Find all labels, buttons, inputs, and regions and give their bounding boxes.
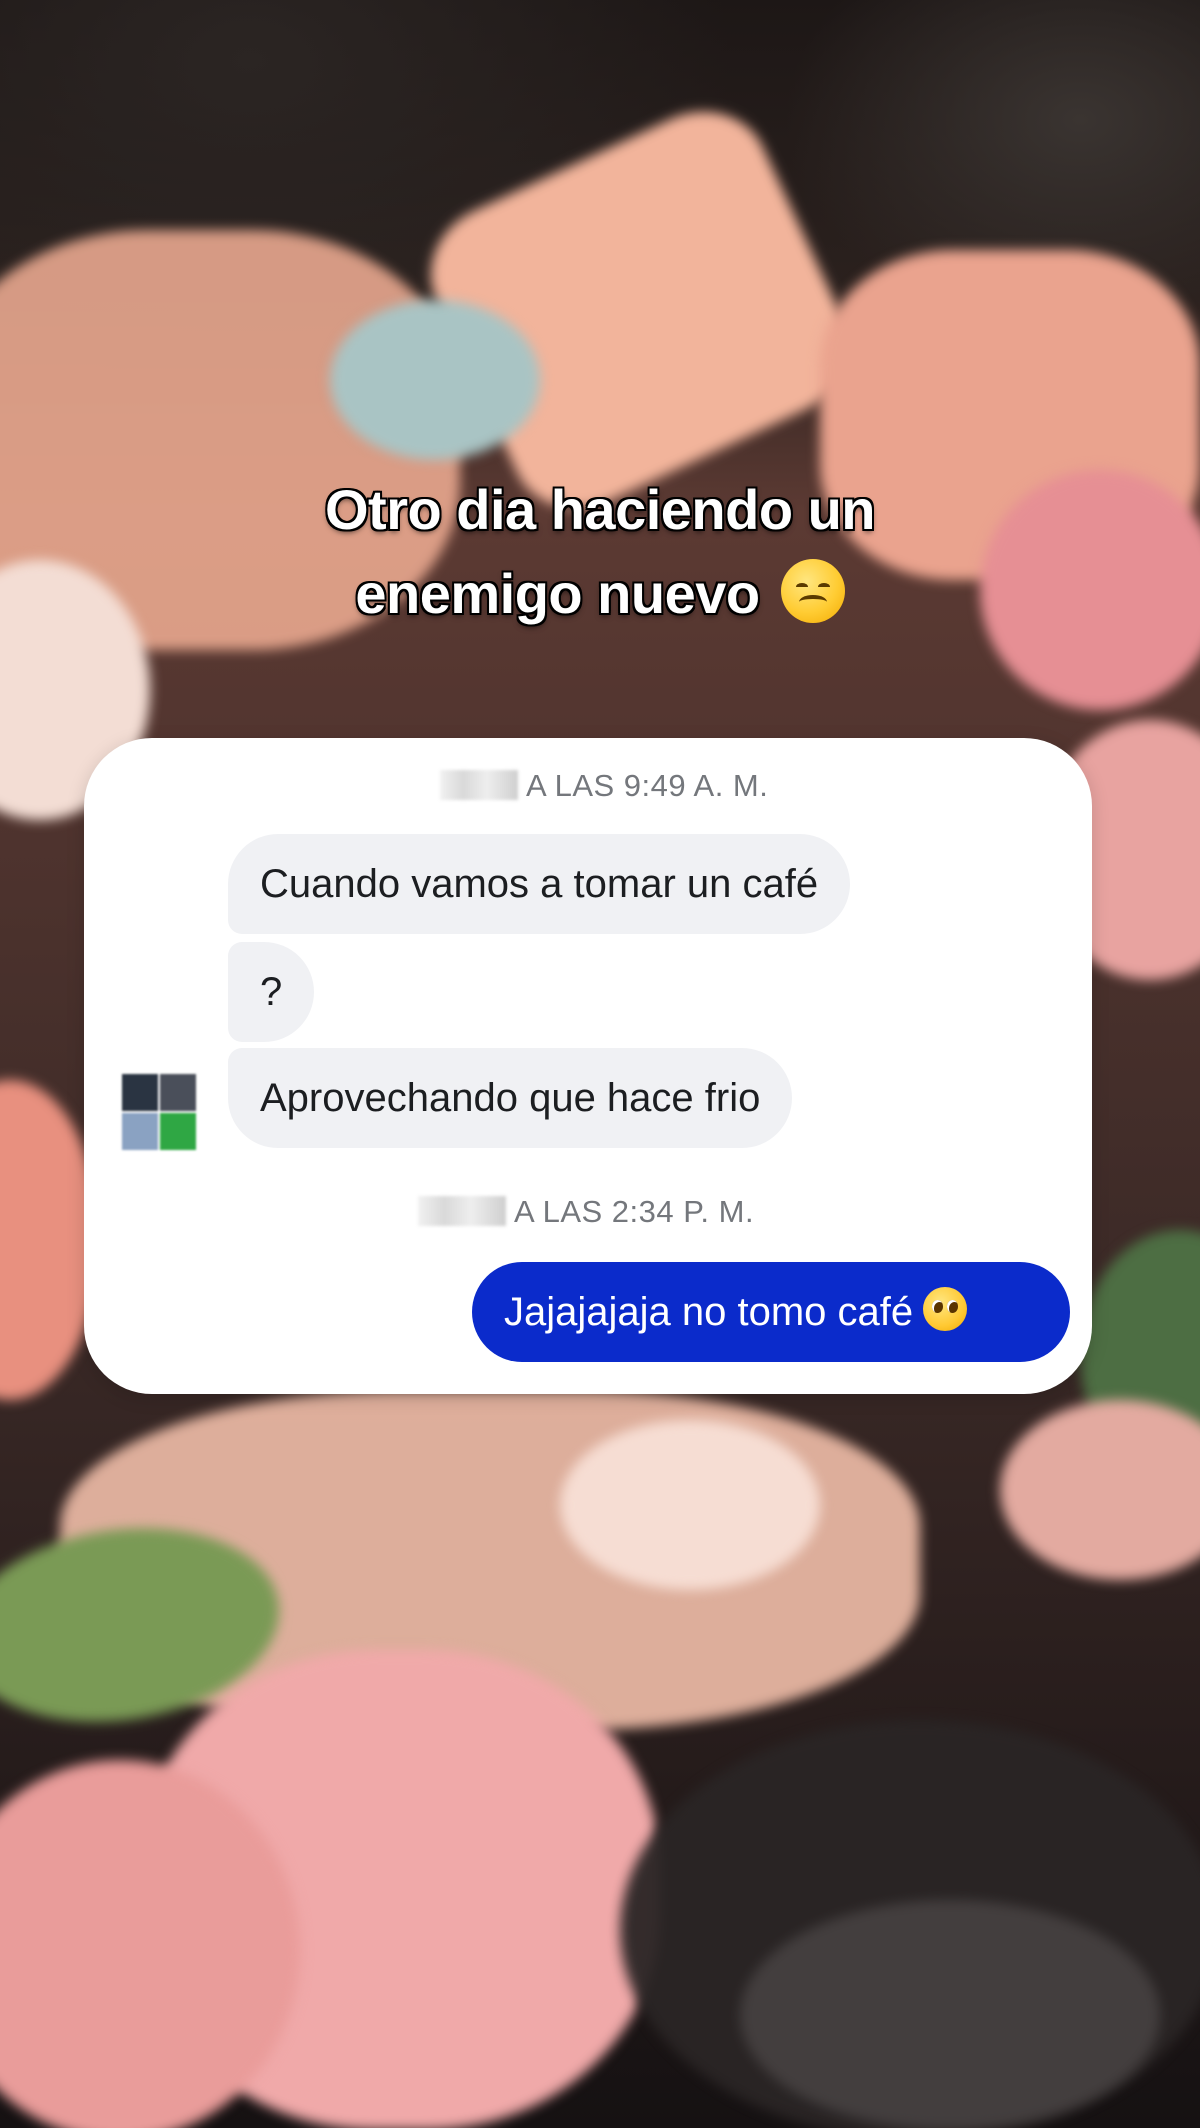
video-caption: Otro dia haciendo un enemigo nuevo — [0, 468, 1200, 636]
redacted-name — [440, 770, 518, 800]
redacted-name — [418, 1196, 506, 1226]
avatar[interactable] — [122, 1074, 196, 1150]
chat-timestamp: A LAS 2:34 P. M. — [418, 1194, 754, 1230]
incoming-message[interactable]: Cuando vamos a tomar un café — [228, 834, 851, 934]
outgoing-message[interactable]: Jajajajaja no tomo café — [472, 1262, 1070, 1362]
chat-timestamp: A LAS 9:49 A. M. — [440, 768, 768, 804]
upside-down-face-icon — [780, 559, 845, 623]
incoming-message[interactable]: Aprovechando que hace frio — [228, 1048, 793, 1148]
pleading-face-icon — [923, 1287, 968, 1331]
caption-line-2: enemigo nuevo — [0, 552, 1200, 636]
caption-line-1: Otro dia haciendo un — [324, 478, 876, 541]
